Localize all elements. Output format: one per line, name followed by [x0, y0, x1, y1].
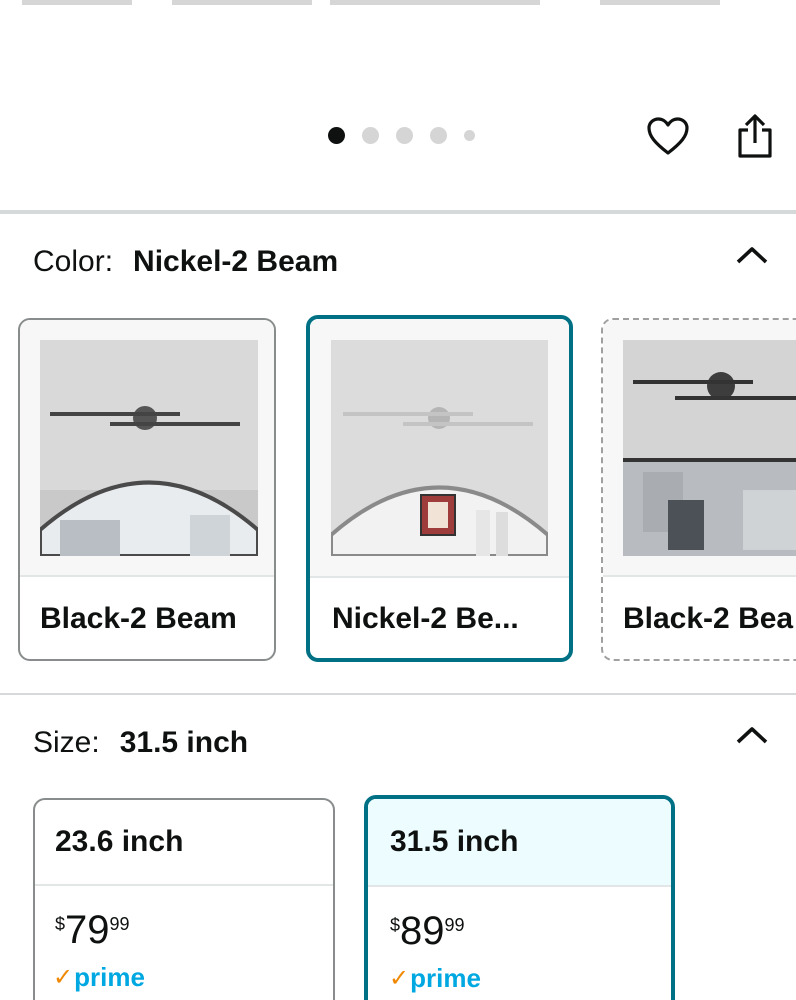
section-divider [0, 693, 796, 695]
heart-icon [647, 117, 689, 155]
color-option-label: Nickel-2 Be... [332, 602, 519, 635]
prime-label: prime [410, 963, 481, 993]
size-section-header: Size: 31.5 inch [33, 726, 248, 760]
product-image-bottom-edge [0, 0, 796, 6]
add-to-list-button[interactable] [641, 112, 695, 160]
section-divider [0, 210, 796, 214]
price-whole: 89 [400, 909, 445, 953]
price-currency: $ [55, 914, 66, 934]
carousel-dot-3[interactable] [396, 126, 413, 144]
chevron-up-icon[interactable] [732, 240, 772, 270]
size-option-price: $ 89 99 [390, 909, 465, 953]
selected-color-value: Nickel-2 Beam [133, 245, 339, 278]
share-button[interactable] [728, 110, 782, 162]
price-fraction: 99 [444, 915, 465, 935]
size-option-23-6-inch[interactable]: 23.6 inch $ 79 99 ✓ prime [33, 798, 335, 1000]
image-carousel-dots[interactable] [328, 125, 492, 145]
prime-check-icon: ✓ [53, 964, 74, 991]
price-currency: $ [390, 915, 401, 935]
prime-badge: ✓ prime [53, 962, 145, 993]
carousel-dot-2[interactable] [362, 126, 379, 144]
color-option-black-2-beam[interactable]: Black-2 Beam [18, 318, 276, 661]
prime-badge: ✓ prime [389, 963, 481, 994]
prime-check-icon: ✓ [389, 965, 410, 992]
swatch-image [310, 319, 569, 578]
swatch-image [603, 320, 796, 577]
share-icon [738, 114, 772, 158]
swatch-image [20, 320, 274, 577]
color-option-nickel-2-beam[interactable]: Nickel-2 Be... [306, 315, 573, 662]
chevron-up-icon[interactable] [732, 720, 772, 750]
selected-size-value: 31.5 inch [119, 726, 249, 759]
prime-label: prime [74, 962, 145, 992]
price-fraction: 99 [109, 914, 130, 934]
color-option-label: Black-2 Beam [40, 602, 237, 635]
color-label: Color: [33, 245, 114, 278]
size-option-label: 23.6 inch [35, 800, 333, 886]
carousel-dot-4[interactable] [430, 126, 447, 144]
size-option-price: $ 79 99 [55, 908, 130, 952]
size-option-31-5-inch[interactable]: 31.5 inch $ 89 99 ✓ prime [364, 795, 675, 1000]
carousel-dot-5[interactable] [464, 129, 475, 141]
size-label: Size: [33, 726, 100, 759]
color-section-header: Color: Nickel-2 Beam [33, 245, 338, 279]
color-option-label: Black-2 Bea [623, 602, 794, 635]
carousel-dot-1[interactable] [328, 126, 345, 144]
size-option-label: 31.5 inch [368, 799, 671, 887]
color-option-black-2-beam-alt[interactable]: Black-2 Bea [601, 318, 796, 661]
price-whole: 79 [65, 908, 110, 952]
